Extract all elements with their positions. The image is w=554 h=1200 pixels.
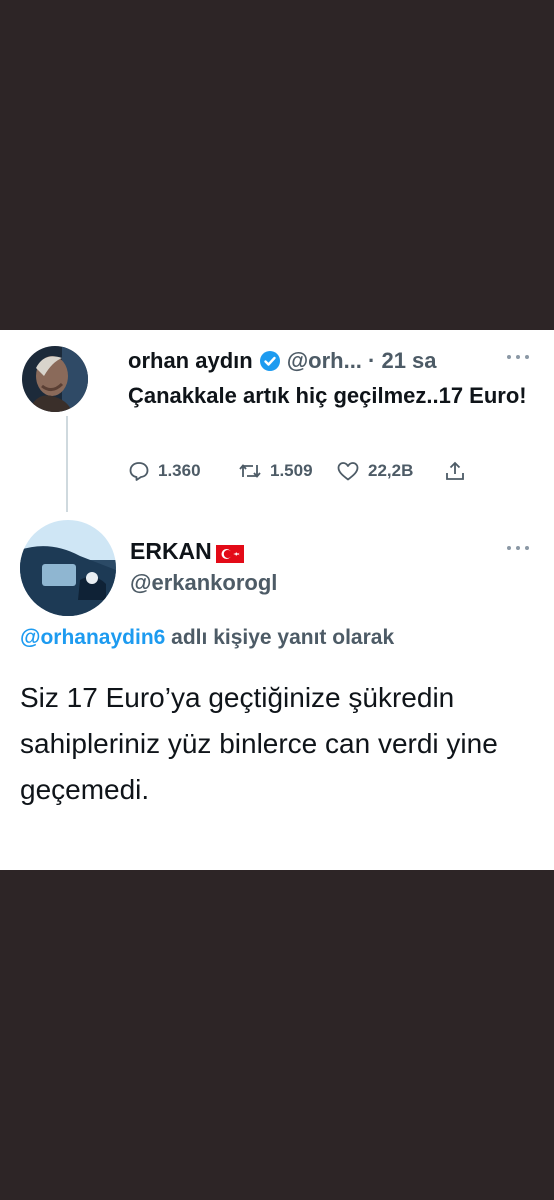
- reply-context-text: adlı kişiye yanıt olarak: [165, 626, 395, 649]
- verified-badge-icon: [259, 350, 281, 372]
- reply-mention-link[interactable]: @orhanaydin6: [20, 626, 165, 649]
- reply-button[interactable]: 1.360: [128, 460, 238, 482]
- more-options-icon[interactable]: [507, 354, 529, 360]
- retweet-count: 1.509: [270, 461, 313, 480]
- more-options-icon[interactable]: [507, 545, 529, 551]
- retweet-icon: [239, 464, 261, 478]
- thread-connector-line: [66, 416, 68, 512]
- like-button[interactable]: 22,2B: [336, 460, 444, 482]
- author-handle[interactable]: @erkankorogl: [130, 570, 277, 596]
- reply-count: 1.360: [158, 461, 201, 480]
- reply-icon: [129, 462, 149, 481]
- share-icon: [446, 461, 464, 480]
- author-name-erkan[interactable]: ERKAN: [130, 536, 244, 566]
- like-icon: [337, 462, 359, 481]
- author-name: ERKAN: [130, 537, 212, 564]
- share-button[interactable]: [444, 460, 466, 482]
- reply-context: @orhanaydin6 adlı kişiye yanıt olarak: [20, 626, 394, 650]
- retweet-button[interactable]: 1.509: [238, 460, 336, 482]
- author-name[interactable]: orhan aydın: [128, 348, 253, 374]
- turkey-flag-icon: [215, 542, 244, 563]
- tweet1-header: orhan aydın @orh... · 21 sa: [128, 346, 498, 376]
- tweet1-actions: 1.360 1.509 22,2B: [128, 456, 466, 486]
- tweet-thread-card: orhan aydın @orh... · 21 sa Çanakkale ar…: [0, 330, 554, 870]
- avatar-orhan[interactable]: [22, 346, 88, 412]
- author-handle-timestamp[interactable]: @orh... · 21 sa: [287, 348, 437, 374]
- like-count: 22,2B: [368, 461, 414, 480]
- tweet1-text: Çanakkale artık hiç geçilmez..17 Euro!: [128, 383, 527, 408]
- tweet2-text: Siz 17 Euro’ya geçtiğinize şükredin sahi…: [20, 682, 498, 805]
- avatar-erkan[interactable]: [20, 520, 116, 616]
